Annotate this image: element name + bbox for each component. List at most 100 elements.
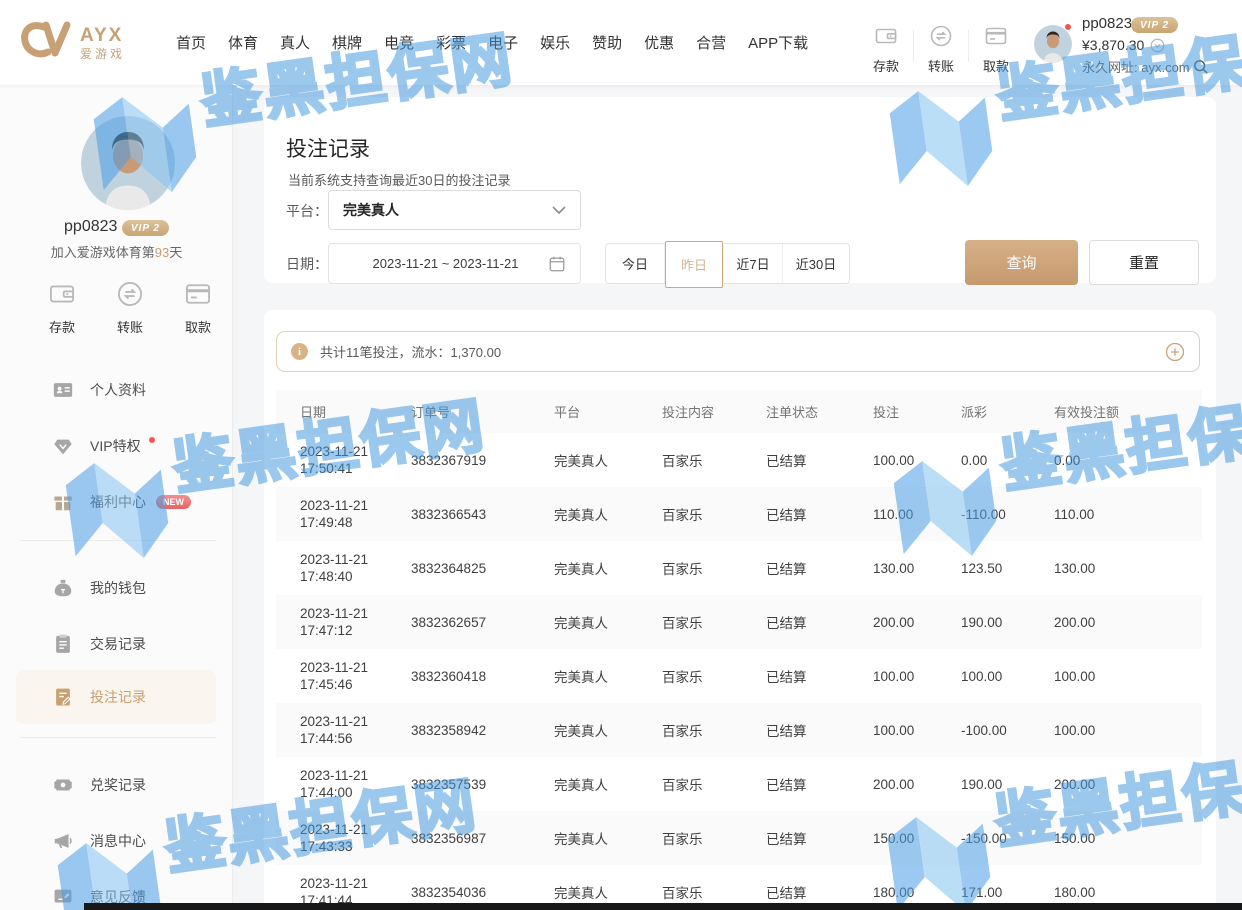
table-row: 2023-11-2117:43:333832356987完美真人百家乐已结算15…: [276, 811, 1202, 865]
clipboard-icon: [52, 633, 74, 655]
sidebar-item-7[interactable]: 消息中心: [52, 828, 146, 854]
header-quick-transfer[interactable]: 转账: [916, 24, 966, 75]
sidebar-avatar[interactable]: [81, 116, 175, 210]
cell: 已结算: [766, 828, 873, 848]
cell: -110.00: [961, 507, 1054, 522]
platform-select[interactable]: 完美真人: [328, 190, 581, 230]
nav-item-0[interactable]: 首页: [176, 32, 206, 53]
brand-logo[interactable]: AYX 爱游戏: [20, 18, 125, 67]
nav-item-10[interactable]: 合营: [696, 32, 726, 53]
range-button-2[interactable]: 近7日: [724, 244, 783, 283]
brand-name-cn: 爱游戏: [80, 48, 125, 60]
cell: 110.00: [873, 507, 961, 522]
avatar-image: [81, 116, 175, 210]
plus-circle-icon[interactable]: [1165, 342, 1185, 362]
cell: 3832362657: [411, 615, 554, 630]
sidebar-quick-bank-card[interactable]: 取款: [170, 280, 226, 336]
bet-record-icon: [52, 686, 74, 708]
header-quick-wallet[interactable]: 存款: [861, 24, 911, 75]
header-quick-bank-card[interactable]: 取款: [971, 24, 1021, 75]
cell: 已结算: [766, 666, 873, 686]
date-range-input[interactable]: 2023-11-21 ~ 2023-11-21: [328, 243, 581, 284]
nav-item-7[interactable]: 娱乐: [540, 32, 570, 53]
cell: 百家乐: [662, 558, 766, 578]
header-username: pp0823: [1082, 15, 1132, 32]
reset-button[interactable]: 重置: [1089, 240, 1199, 285]
nav-item-11[interactable]: APP下载: [748, 32, 808, 53]
balance-amount: ¥3,870.30: [1082, 37, 1144, 53]
cell-date: 2023-11-2117:48:40: [276, 551, 411, 585]
cell-date: 2023-11-2117:49:48: [276, 497, 411, 531]
nav-item-4[interactable]: 电竞: [384, 32, 414, 53]
cell: 100.00: [873, 669, 961, 684]
cell: 0.00: [961, 453, 1054, 468]
sidebar-item-1[interactable]: VIP特权: [52, 433, 155, 459]
range-button-0[interactable]: 今日: [606, 244, 665, 283]
cell-date: 2023-11-2117:45:46: [276, 659, 411, 693]
summary-text: 共计11笔投注，流水：1,370.00: [320, 342, 1165, 361]
cell: 完美真人: [554, 612, 662, 632]
header-divider: [968, 30, 969, 62]
cell: 完美真人: [554, 504, 662, 524]
cell: 百家乐: [662, 504, 766, 524]
cell: 100.00: [1054, 669, 1202, 684]
bet-records-table: 日期订单号平台投注内容注单状态投注派彩有效投注额 2023-11-2117:50…: [276, 390, 1202, 910]
cell: 180.00: [1054, 885, 1202, 900]
cell: 110.00: [1054, 507, 1202, 522]
cell: 3832357539: [411, 777, 554, 792]
sidebar: pp0823 VIP 2 加入爱游戏体育第93天 存款转账取款 个人资料VIP特…: [0, 85, 233, 910]
cell: 已结算: [766, 774, 873, 794]
column-header-2: 平台: [554, 402, 662, 421]
nav-item-3[interactable]: 棋牌: [332, 32, 362, 53]
cell: 100.00: [873, 723, 961, 738]
search-icon[interactable]: [1193, 59, 1209, 75]
nav-item-1[interactable]: 体育: [228, 32, 258, 53]
cell: 100.00: [1054, 723, 1202, 738]
calendar-icon: [548, 255, 566, 273]
nav-item-8[interactable]: 赞助: [592, 32, 622, 53]
cell: 150.00: [1054, 831, 1202, 846]
cell: 完美真人: [554, 774, 662, 794]
sidebar-item-4[interactable]: 交易记录: [52, 631, 146, 657]
cell: 已结算: [766, 504, 873, 524]
top-nav: 首页 体育 真人 棋牌 电竞 彩票 电子 娱乐 赞助 优惠 合营 APP下载: [176, 0, 808, 85]
table-row: 2023-11-2117:47:123832362657完美真人百家乐已结算20…: [276, 595, 1202, 649]
sidebar-item-5[interactable]: 投注记录: [52, 684, 146, 710]
summary-bar: i 共计11笔投注，流水：1,370.00: [276, 331, 1200, 372]
sidebar-item-3[interactable]: 我的钱包: [52, 575, 146, 601]
cell: 3832367919: [411, 453, 554, 468]
nav-item-9[interactable]: 优惠: [644, 32, 674, 53]
column-header-1: 订单号: [411, 402, 554, 421]
balance-expand-icon[interactable]: [1150, 38, 1165, 53]
cell: 190.00: [961, 615, 1054, 630]
range-button-3[interactable]: 近30日: [783, 244, 849, 283]
platform-select-value: 完美真人: [343, 200, 552, 220]
top-header: AYX 爱游戏 首页 体育 真人 棋牌 电竞 彩票 电子 娱乐 赞助 优惠 合营 APP下载 存款转账…: [0, 0, 1242, 85]
sidebar-quick-transfer[interactable]: 转账: [102, 280, 158, 336]
sidebar-quick-wallet[interactable]: 存款: [34, 280, 90, 336]
table-row: 2023-11-2117:44:563832358942完美真人百家乐已结算10…: [276, 703, 1202, 757]
cell: 200.00: [1054, 615, 1202, 630]
cell: 完美真人: [554, 720, 662, 740]
table-row: 2023-11-2117:48:403832364825完美真人百家乐已结算13…: [276, 541, 1202, 595]
cell-date: 2023-11-2117:43:33: [276, 821, 411, 855]
column-header-6: 派彩: [961, 402, 1054, 421]
id-card-icon: [52, 379, 74, 401]
table-row: 2023-11-2117:45:463832360418完美真人百家乐已结算10…: [276, 649, 1202, 703]
sidebar-item-0[interactable]: 个人资料: [52, 377, 146, 403]
nav-item-2[interactable]: 真人: [280, 32, 310, 53]
nav-item-6[interactable]: 电子: [488, 32, 518, 53]
feedback-icon: [52, 886, 74, 908]
search-button[interactable]: 查询: [965, 240, 1078, 285]
date-label: 日期：: [286, 254, 328, 274]
sidebar-item-6[interactable]: 兑奖记录: [52, 772, 146, 798]
range-button-1[interactable]: 昨日: [665, 241, 724, 288]
joined-days-text: 加入爱游戏体育第93天: [0, 242, 233, 261]
cell: 171.00: [961, 885, 1054, 900]
table-row: 2023-11-2117:49:483832366543完美真人百家乐已结算11…: [276, 487, 1202, 541]
cell: 3832356987: [411, 831, 554, 846]
wallet-icon: [874, 35, 898, 52]
nav-item-5[interactable]: 彩票: [436, 32, 466, 53]
sidebar-item-2[interactable]: 福利中心NEW: [52, 489, 191, 515]
notification-dot: [1064, 23, 1072, 31]
